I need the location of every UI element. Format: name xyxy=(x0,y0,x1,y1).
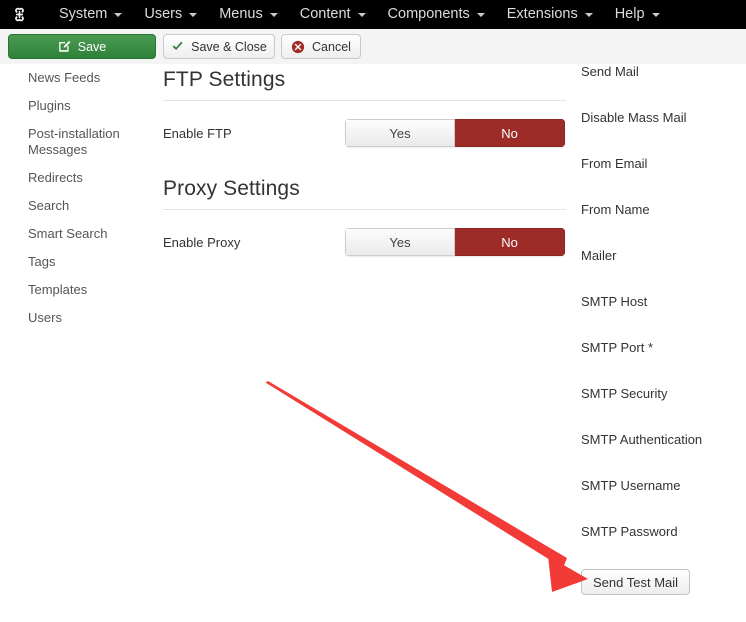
menu-item-label: System xyxy=(59,6,108,22)
toolbar: Save Save & Close Cancel xyxy=(0,29,746,64)
menu-item-label: Help xyxy=(614,6,645,22)
send-mail-label: Send Mail xyxy=(581,64,639,79)
section-divider xyxy=(163,209,566,210)
enable-proxy-toggle[interactable]: Yes No xyxy=(345,228,565,256)
chevron-down-icon xyxy=(584,12,593,17)
sidebar-item-plugins[interactable]: Plugins xyxy=(0,92,150,120)
mail-settings-labels: Send Mail Disable Mass Mail From Email F… xyxy=(581,64,746,570)
smtp-security-label: SMTP Security xyxy=(581,386,668,401)
enable-proxy-no-option[interactable]: No xyxy=(455,228,565,256)
proxy-settings-title: Proxy Settings xyxy=(163,177,300,200)
chevron-down-icon xyxy=(651,12,660,17)
sidebar-item-tags[interactable]: Tags xyxy=(0,248,150,276)
settings-form: FTP Settings Enable FTP Yes No Proxy Set… xyxy=(163,64,566,282)
enable-ftp-toggle[interactable]: Yes No xyxy=(345,119,565,147)
menu-item-extensions[interactable]: Extensions xyxy=(496,0,604,29)
menu-item-help[interactable]: Help xyxy=(604,0,671,29)
mailer-label: Mailer xyxy=(581,248,617,263)
sidebar: News Feeds Plugins Post-installation Mes… xyxy=(0,64,150,332)
from-email-label: From Email xyxy=(581,156,648,171)
enable-ftp-label: Enable FTP xyxy=(163,126,232,141)
smtp-port-label: SMTP Port * xyxy=(581,340,654,355)
send-test-mail-button[interactable]: Send Test Mail xyxy=(581,569,691,595)
sidebar-item-news-feeds[interactable]: News Feeds xyxy=(0,64,150,92)
menu-item-label: Components xyxy=(387,6,470,22)
sidebar-item-smart-search[interactable]: Smart Search xyxy=(0,220,150,248)
enable-proxy-row: Enable Proxy Yes No xyxy=(163,228,566,258)
smtp-username-label: SMTP Username xyxy=(581,478,681,493)
save-button[interactable]: Save xyxy=(8,34,156,59)
menu-item-system[interactable]: System xyxy=(48,0,133,29)
check-icon xyxy=(171,40,184,53)
sidebar-item-post-installation-messages[interactable]: Post-installation Messages xyxy=(0,120,150,164)
chevron-down-icon xyxy=(269,12,278,17)
from-name-label: From Name xyxy=(581,202,650,217)
cancel-circle-icon xyxy=(291,40,305,54)
menu-item-label: Menus xyxy=(219,6,263,22)
menu-item-label: Users xyxy=(144,6,183,22)
menu-item-components[interactable]: Components xyxy=(377,0,496,29)
enable-ftp-no-option[interactable]: No xyxy=(455,119,565,147)
chevron-down-icon xyxy=(476,12,485,17)
menu-item-label: Extensions xyxy=(506,6,578,22)
smtp-authentication-label: SMTP Authentication xyxy=(581,432,703,447)
ftp-settings-title: FTP Settings xyxy=(163,68,286,91)
sidebar-item-redirects[interactable]: Redirects xyxy=(0,164,150,192)
sidebar-item-users[interactable]: Users xyxy=(0,304,150,332)
disable-mass-mail-label: Disable Mass Mail xyxy=(581,110,687,125)
enable-ftp-yes-option[interactable]: Yes xyxy=(345,119,455,147)
menu-item-label: Content xyxy=(299,6,351,22)
chevron-down-icon xyxy=(189,12,198,17)
save-and-close-button-label: Save & Close xyxy=(191,39,267,54)
pencil-icon xyxy=(58,40,71,53)
menu-item-users[interactable]: Users xyxy=(133,0,208,29)
smtp-host-label: SMTP Host xyxy=(581,294,648,309)
enable-proxy-yes-option[interactable]: Yes xyxy=(345,228,455,256)
joomla-logo-icon[interactable] xyxy=(6,4,32,26)
sidebar-item-search[interactable]: Search xyxy=(0,192,150,220)
chevron-down-icon xyxy=(114,12,123,17)
cancel-button[interactable]: Cancel xyxy=(281,34,361,59)
smtp-password-label: SMTP Password xyxy=(581,524,678,539)
section-divider xyxy=(163,100,566,101)
chevron-down-icon xyxy=(357,12,366,17)
enable-ftp-row: Enable FTP Yes No xyxy=(163,119,566,149)
save-and-close-button[interactable]: Save & Close xyxy=(163,34,275,59)
save-button-label: Save xyxy=(77,39,107,54)
cancel-button-label: Cancel xyxy=(312,39,351,54)
menu-item-menus[interactable]: Menus xyxy=(208,0,289,29)
sidebar-item-templates[interactable]: Templates xyxy=(0,276,150,304)
menu-item-content[interactable]: Content xyxy=(289,0,377,29)
enable-proxy-label: Enable Proxy xyxy=(163,235,241,250)
send-test-mail-button-label: Send Test Mail xyxy=(593,574,679,590)
admin-menubar: System Users Menus Content Components Ex… xyxy=(0,0,746,29)
